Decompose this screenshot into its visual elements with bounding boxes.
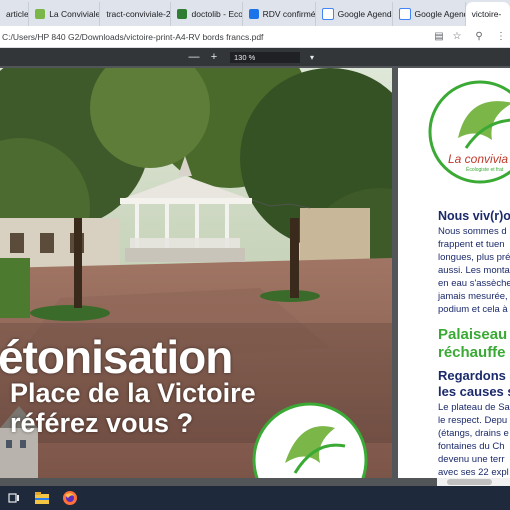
body-line: podium et cela à (438, 304, 508, 315)
pdf-page-2: La convivia Écologiste et frat Nous viv(… (398, 68, 510, 478)
heading-les-causes: les causes s (438, 384, 510, 399)
tab-label: Google Agenda (337, 9, 393, 19)
zoom-out-button[interactable]: — (186, 51, 202, 63)
taskbar (0, 486, 510, 510)
logo-subtext: Écologiste et frat (466, 167, 504, 173)
body-line: frappent et tuen (438, 239, 505, 250)
tab-bar: article La Conviviale – a tract-convivia… (0, 0, 510, 26)
ecosia-favicon-icon (177, 9, 188, 19)
mail-favicon-icon (248, 9, 259, 19)
tab-victoire-pdf[interactable]: victoire- (465, 2, 510, 26)
tab-google-agenda-2[interactable]: Google Agenda (393, 2, 466, 26)
logo-text: La convivia (448, 152, 509, 166)
body-line: le respect. Depu (438, 415, 508, 426)
task-view-icon[interactable] (4, 488, 24, 508)
address-bar: C:/Users/HP 840 G2/Downloads/victoire-pr… (0, 26, 510, 48)
headline-line-1: étonisation (0, 331, 233, 383)
zoom-dropdown-icon[interactable]: ▾ (304, 53, 320, 62)
body-line: jamais mesurée, (438, 291, 508, 302)
horizontal-scrollbar[interactable] (437, 478, 510, 486)
heading-nous-vivons: Nous viv(r)o (438, 209, 510, 223)
body-line: (étangs, drains e (438, 428, 509, 439)
calendar-favicon-icon (321, 8, 334, 20)
calendar-favicon-icon (398, 8, 411, 20)
tab-rdv-confirme[interactable]: RDV confirmé ch (243, 2, 316, 26)
body-line: aussi. Les monta (438, 265, 510, 276)
tab-label: tract-conviviale-2023 (106, 9, 171, 19)
body-line: en eau s'assèche (438, 278, 510, 289)
zoom-in-button[interactable]: + (202, 51, 226, 63)
tab-doctolib[interactable]: doctolib - Ecosia (171, 2, 243, 26)
heading-regardons: Regardons a (438, 368, 510, 383)
headline-line-2: Place de la Victoire (10, 378, 256, 408)
body-line: fontaines du Ch (438, 441, 505, 452)
address-input[interactable]: C:/Users/HP 840 G2/Downloads/victoire-pr… (0, 32, 430, 42)
tab-label: Google Agenda (414, 9, 465, 19)
pdf-viewport[interactable]: étonisation Place de la Victoire référez… (0, 66, 510, 478)
heading-rechauffe: réchauffe (438, 344, 506, 361)
body-line: avec ses 22 expl (438, 467, 509, 478)
body-line: Le plateau de Sa (438, 402, 510, 413)
extensions-icon[interactable]: ⋮ (492, 31, 510, 42)
tab-tract-conviviale[interactable]: tract-conviviale-2023 (100, 2, 172, 26)
tab-label: victoire- (471, 9, 502, 19)
firefox-icon[interactable] (60, 488, 80, 508)
scrollbar-thumb[interactable] (447, 479, 492, 485)
pdf-toolbar: — + 130 % ▾ (0, 48, 510, 66)
headline-line-3: référez vous ? (10, 408, 194, 438)
tab-label: doctolib - Ecosia (191, 9, 243, 19)
heading-palaiseau: Palaiseau (438, 326, 508, 343)
tab-label: La Conviviale – a (49, 9, 101, 19)
reader-mode-icon[interactable]: ▤ (430, 31, 448, 42)
conviviale-favicon-icon (35, 9, 46, 19)
tab-google-agenda-1[interactable]: Google Agenda (316, 2, 393, 26)
zoom-level-field[interactable]: 130 % (230, 51, 300, 63)
bookmark-star-icon[interactable]: ☆ (448, 31, 466, 42)
file-explorer-icon[interactable] (32, 488, 52, 508)
tab-article[interactable]: article (0, 2, 30, 26)
body-line: Nous sommes d (438, 226, 507, 237)
profile-icon[interactable]: ⚲ (466, 31, 492, 42)
body-line: devenu une terr (438, 454, 505, 465)
tab-label: RDV confirmé ch (262, 9, 316, 19)
body-line: longues, plus pré (438, 252, 510, 263)
tab-label: article (6, 9, 29, 19)
tab-la-conviviale[interactable]: La Conviviale – a (29, 2, 101, 26)
pdf-page-1: étonisation Place de la Victoire référez… (0, 68, 392, 478)
